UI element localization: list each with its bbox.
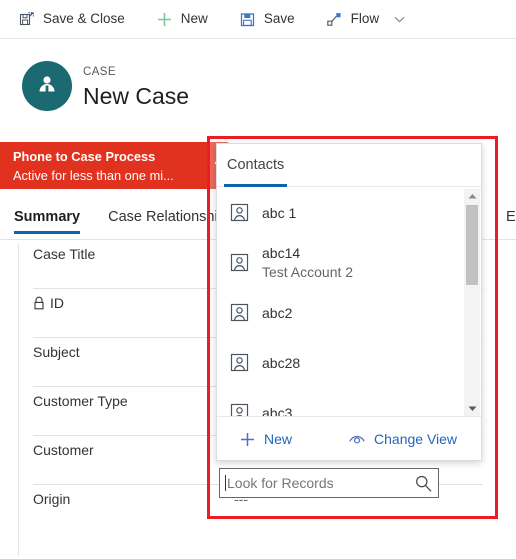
save-icon [239, 10, 257, 28]
new-label: New [180, 11, 208, 27]
form-column-divider [18, 244, 19, 556]
list-item-primary: abc3 [262, 404, 293, 417]
field-label-customer: Customer [33, 442, 94, 458]
lookup-change-view-button[interactable]: Change View [348, 430, 457, 448]
contact-record-icon [228, 201, 250, 223]
lookup-tab-contacts-label: Contacts [227, 157, 285, 173]
field-label-subject: Subject [33, 344, 80, 360]
field-label-origin: Origin [33, 491, 71, 507]
field-label-case-title: Case Title [33, 246, 96, 262]
scroll-up-arrow-icon[interactable] [464, 189, 480, 204]
lookup-list-scrollbar[interactable] [464, 189, 480, 416]
contact-record-icon [228, 351, 250, 373]
record-header: CASE New Case [0, 39, 516, 137]
field-value-id [203, 289, 209, 295]
list-item[interactable]: abc2 [217, 288, 481, 338]
field-label-wrap: Customer [33, 436, 203, 458]
record-entity-label: CASE [83, 66, 116, 78]
lookup-flyout-panel: Contacts abc 1 abc14 Test Account 2 abc2… [216, 143, 482, 461]
list-item-primary: abc14 [262, 245, 301, 261]
field-value-subject[interactable] [203, 338, 209, 344]
business-process-bar[interactable]: Phone to Case Process Active for less th… [0, 142, 228, 189]
field-label-id: ID [50, 295, 64, 311]
tab-case-relationship-label: Case Relationship [108, 209, 226, 225]
lookup-results-list[interactable]: abc 1 abc14 Test Account 2 abc2 abc28 ab… [217, 188, 481, 416]
plus-icon [156, 10, 174, 28]
chevron-down-icon[interactable] [388, 4, 410, 34]
tab-entitlements[interactable]: E [492, 204, 516, 234]
list-item[interactable]: abc3 [217, 388, 481, 416]
field-label-wrap: Subject [33, 338, 203, 360]
list-item-secondary: Test Account 2 [262, 264, 354, 280]
lookup-search-placeholder: Look for Records [227, 475, 334, 491]
list-item-texts: abc28 [262, 338, 300, 388]
list-item[interactable]: abc 1 [217, 188, 481, 238]
save-label: Save [263, 11, 295, 27]
save-and-close-icon [18, 10, 36, 28]
lookup-change-view-label: Change View [374, 431, 458, 447]
contact-record-icon [228, 251, 250, 273]
contact-record-icon [228, 301, 250, 323]
save-button[interactable]: Save [232, 3, 302, 35]
page-title: New Case [83, 83, 190, 109]
lookup-tab-strip: Contacts [217, 144, 481, 187]
field-label-wrap: Customer Type [33, 387, 203, 409]
avatar [22, 61, 72, 111]
field-label-customer-type: Customer Type [33, 393, 128, 409]
list-item[interactable]: abc28 [217, 338, 481, 388]
lookup-new-button[interactable]: New [238, 430, 292, 448]
lock-icon [33, 296, 45, 310]
list-item[interactable]: abc14 Test Account 2 [217, 238, 481, 288]
tab-summary[interactable]: Summary [0, 204, 94, 234]
save-and-close-label: Save & Close [43, 11, 125, 27]
tab-entitlements-label: E [506, 209, 516, 225]
lookup-new-label: New [264, 431, 293, 447]
list-item-texts: abc3 [262, 388, 293, 417]
new-button[interactable]: New [149, 3, 215, 35]
field-label-wrap: Case Title [33, 240, 203, 262]
list-item-primary: abc 1 [262, 204, 297, 221]
save-and-close-button[interactable]: Save & Close [11, 3, 132, 35]
field-label-wrap: ID [33, 289, 203, 311]
list-item-texts: abc2 [262, 288, 292, 338]
lookup-action-bar: New Change View [217, 416, 481, 461]
flow-icon [326, 10, 344, 28]
plus-icon [238, 430, 256, 448]
flow-label: Flow [350, 11, 380, 27]
lookup-search-field[interactable]: Look for Records [219, 468, 439, 498]
process-status: Active for less than one mi... [13, 168, 174, 183]
list-item-primary: abc28 [262, 354, 301, 371]
command-bar: Save & Close New Save Flow [0, 0, 516, 39]
contact-record-icon [228, 401, 250, 416]
flow-button[interactable]: Flow [319, 3, 387, 35]
search-icon[interactable] [411, 471, 435, 495]
process-name: Phone to Case Process [13, 149, 156, 164]
list-item-texts: abc14 Test Account 2 [262, 238, 353, 288]
field-value-customer-type[interactable] [203, 387, 209, 393]
list-item-primary: abc2 [262, 304, 293, 321]
scrollbar-thumb[interactable] [466, 205, 478, 285]
tab-summary-label: Summary [14, 209, 81, 225]
contact-person-icon [34, 71, 60, 102]
field-label-wrap: Origin [33, 485, 203, 507]
lookup-tab-contacts[interactable]: Contacts [217, 144, 294, 187]
list-item-texts: abc 1 [262, 188, 296, 238]
scroll-down-arrow-icon[interactable] [464, 401, 480, 416]
eye-icon [348, 430, 366, 448]
